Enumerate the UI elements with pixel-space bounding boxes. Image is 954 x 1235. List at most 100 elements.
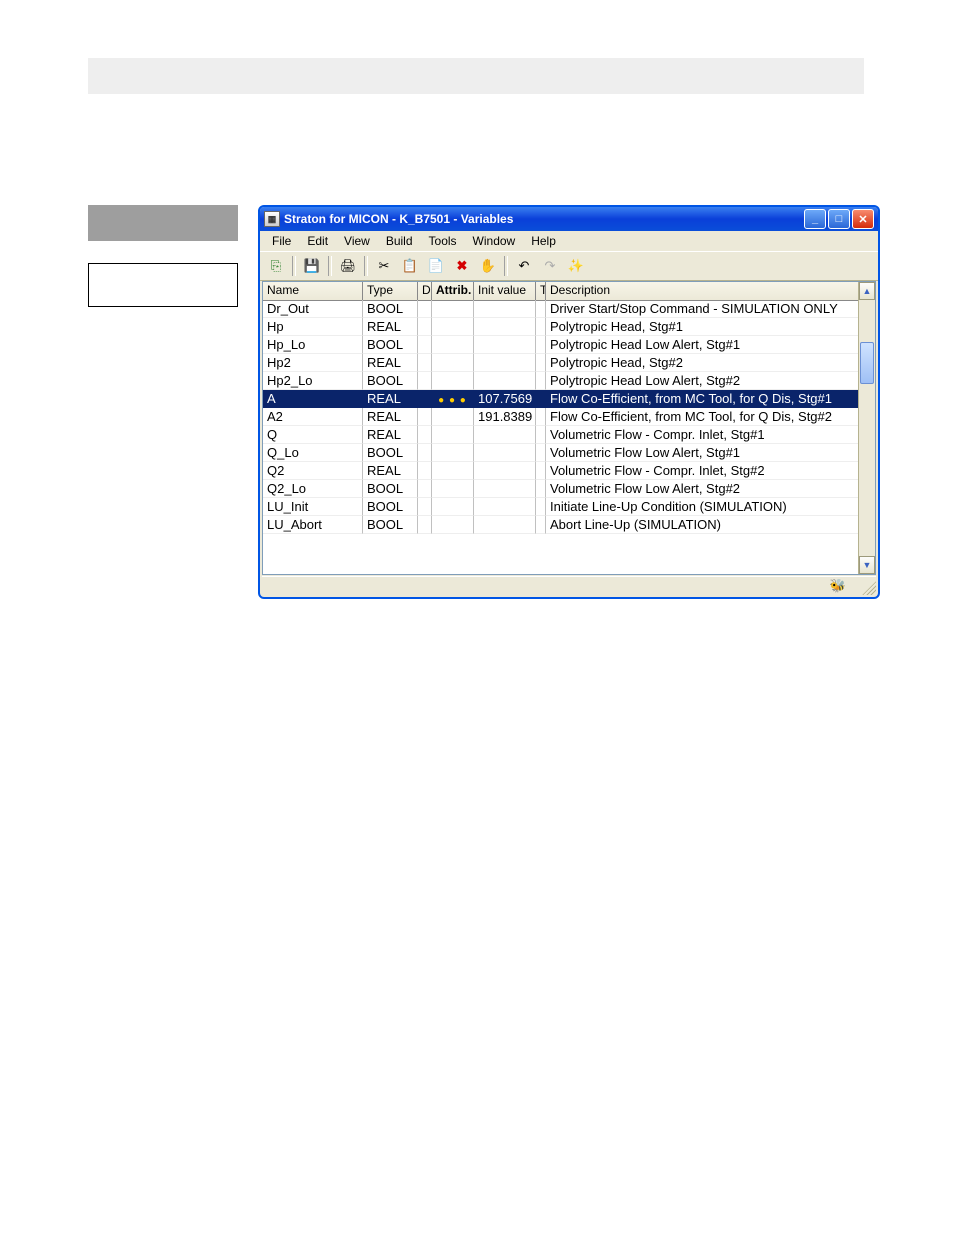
cell-t <box>536 300 546 318</box>
cell-name: Dr_Out <box>263 300 363 318</box>
menu-view[interactable]: View <box>338 233 376 249</box>
save-icon[interactable]: 💾 <box>300 254 324 278</box>
cell-type: REAL <box>363 408 418 426</box>
table-row[interactable]: Hp2_LoBOOLPolytropic Head Low Alert, Stg… <box>263 372 859 390</box>
cell-d <box>418 318 432 336</box>
minimize-button[interactable]: _ <box>804 209 826 229</box>
col-type[interactable]: Type <box>363 282 418 300</box>
cell-name: Hp2_Lo <box>263 372 363 390</box>
maximize-button[interactable]: □ <box>828 209 850 229</box>
menu-tools[interactable]: Tools <box>423 233 463 249</box>
table-row[interactable]: LU_InitBOOLInitiate Line-Up Condition (S… <box>263 498 859 516</box>
find-icon[interactable]: 🐝 <box>830 578 846 594</box>
new-icon[interactable]: ⎘ <box>264 254 288 278</box>
cell-desc: Driver Start/Stop Command - SIMULATION O… <box>546 300 859 318</box>
cell-t <box>536 408 546 426</box>
cell-desc: Volumetric Flow - Compr. Inlet, Stg#1 <box>546 426 859 444</box>
undo-icon[interactable]: ↶ <box>512 254 536 278</box>
cell-desc: Abort Line-Up (SIMULATION) <box>546 516 859 534</box>
vertical-scrollbar[interactable]: ▲ ▼ <box>858 282 875 574</box>
cell-init <box>474 462 536 480</box>
cell-desc: Volumetric Flow Low Alert, Stg#1 <box>546 444 859 462</box>
menu-help[interactable]: Help <box>525 233 562 249</box>
menu-window[interactable]: Window <box>467 233 522 249</box>
variables-grid: Name Type D Attrib. Init value T Descrip… <box>262 281 876 575</box>
cell-attrib: ● ● ● <box>432 390 474 408</box>
cut-icon[interactable]: ✂ <box>372 254 396 278</box>
table-row[interactable]: Dr_OutBOOL Driver Start/Stop Command - SI… <box>263 300 859 318</box>
cell-type: REAL <box>363 318 418 336</box>
menu-file[interactable]: File <box>266 233 297 249</box>
close-button[interactable]: ✕ <box>852 209 874 229</box>
cell-t <box>536 444 546 462</box>
cell-d <box>418 498 432 516</box>
col-t[interactable]: T <box>536 282 546 300</box>
cell-desc: Polytropic Head Low Alert, Stg#1 <box>546 336 859 354</box>
cell-name: A <box>263 390 363 408</box>
col-d[interactable]: D <box>418 282 432 300</box>
print-icon[interactable]: 🖨 <box>336 254 360 278</box>
cell-t <box>536 354 546 372</box>
scroll-up-button[interactable]: ▲ <box>859 282 875 300</box>
col-init[interactable]: Init value <box>474 282 536 300</box>
cell-attrib <box>432 318 474 336</box>
cell-d <box>418 480 432 498</box>
cell-init <box>474 336 536 354</box>
titlebar[interactable]: ▦ Straton for MICON - K_B7501 - Variable… <box>260 207 878 231</box>
cell-init <box>474 318 536 336</box>
menu-build[interactable]: Build <box>380 233 419 249</box>
col-name[interactable]: Name <box>263 282 363 300</box>
cell-d <box>418 300 432 318</box>
cell-d <box>418 390 432 408</box>
table-row[interactable]: Q2_LoBOOLVolumetric Flow Low Alert, Stg#… <box>263 480 859 498</box>
table-row[interactable]: AREAL● ● ●107.7569Flow Co-Efficient, fro… <box>263 390 859 408</box>
cell-init <box>474 516 536 534</box>
cell-init: 191.8389 <box>474 408 536 426</box>
table-row[interactable]: LU_AbortBOOLAbort Line-Up (SIMULATION) <box>263 516 859 534</box>
wizard-icon[interactable]: ✨ <box>564 254 588 278</box>
cell-attrib <box>432 516 474 534</box>
cell-d <box>418 336 432 354</box>
menu-edit[interactable]: Edit <box>301 233 334 249</box>
cell-d <box>418 408 432 426</box>
table-row[interactable]: HpREALPolytropic Head, Stg#1 <box>263 318 859 336</box>
cell-init <box>474 426 536 444</box>
cell-init <box>474 354 536 372</box>
cell-type: BOOL <box>363 300 418 318</box>
scroll-thumb[interactable] <box>860 342 874 384</box>
resize-grip[interactable] <box>862 581 876 595</box>
toolbar: ⎘ 💾 🖨 ✂ 📋 📄 ✖ ✋ ↶ ↷ ✨ <box>260 251 878 281</box>
cell-init <box>474 480 536 498</box>
cell-init: 107.7569 <box>474 390 536 408</box>
cell-name: Hp_Lo <box>263 336 363 354</box>
col-desc[interactable]: Description <box>546 282 875 300</box>
cell-name: Q2_Lo <box>263 480 363 498</box>
cell-t <box>536 426 546 444</box>
cell-d <box>418 354 432 372</box>
cell-attrib <box>432 408 474 426</box>
table-row[interactable]: Hp2REALPolytropic Head, Stg#2 <box>263 354 859 372</box>
col-attrib[interactable]: Attrib. <box>432 282 474 300</box>
cell-type: BOOL <box>363 480 418 498</box>
scroll-down-button[interactable]: ▼ <box>859 556 875 574</box>
paste-icon[interactable]: 📄 <box>424 254 448 278</box>
cell-desc: Polytropic Head, Stg#2 <box>546 354 859 372</box>
cell-name: Q <box>263 426 363 444</box>
copy-icon[interactable]: 📋 <box>398 254 422 278</box>
cell-type: REAL <box>363 462 418 480</box>
table-row[interactable]: Q2REALVolumetric Flow - Compr. Inlet, St… <box>263 462 859 480</box>
cell-type: BOOL <box>363 516 418 534</box>
table-row[interactable]: Q_LoBOOLVolumetric Flow Low Alert, Stg#1 <box>263 444 859 462</box>
grid-body: Dr_OutBOOLDriver Start/Stop Command - SI… <box>263 300 859 574</box>
cell-t <box>536 372 546 390</box>
redo-icon[interactable]: ↷ <box>538 254 562 278</box>
table-row[interactable]: QREALVolumetric Flow - Compr. Inlet, Stg… <box>263 426 859 444</box>
cell-attrib <box>432 480 474 498</box>
delete-icon[interactable]: ✖ <box>450 254 474 278</box>
table-row[interactable]: Hp_LoBOOLPolytropic Head Low Alert, Stg#… <box>263 336 859 354</box>
cell-d <box>418 426 432 444</box>
hand-icon[interactable]: ✋ <box>476 254 500 278</box>
table-row[interactable]: A2REAL191.8389Flow Co-Efficient, from MC… <box>263 408 859 426</box>
cell-t <box>536 498 546 516</box>
cell-desc: Initiate Line-Up Condition (SIMULATION) <box>546 498 859 516</box>
